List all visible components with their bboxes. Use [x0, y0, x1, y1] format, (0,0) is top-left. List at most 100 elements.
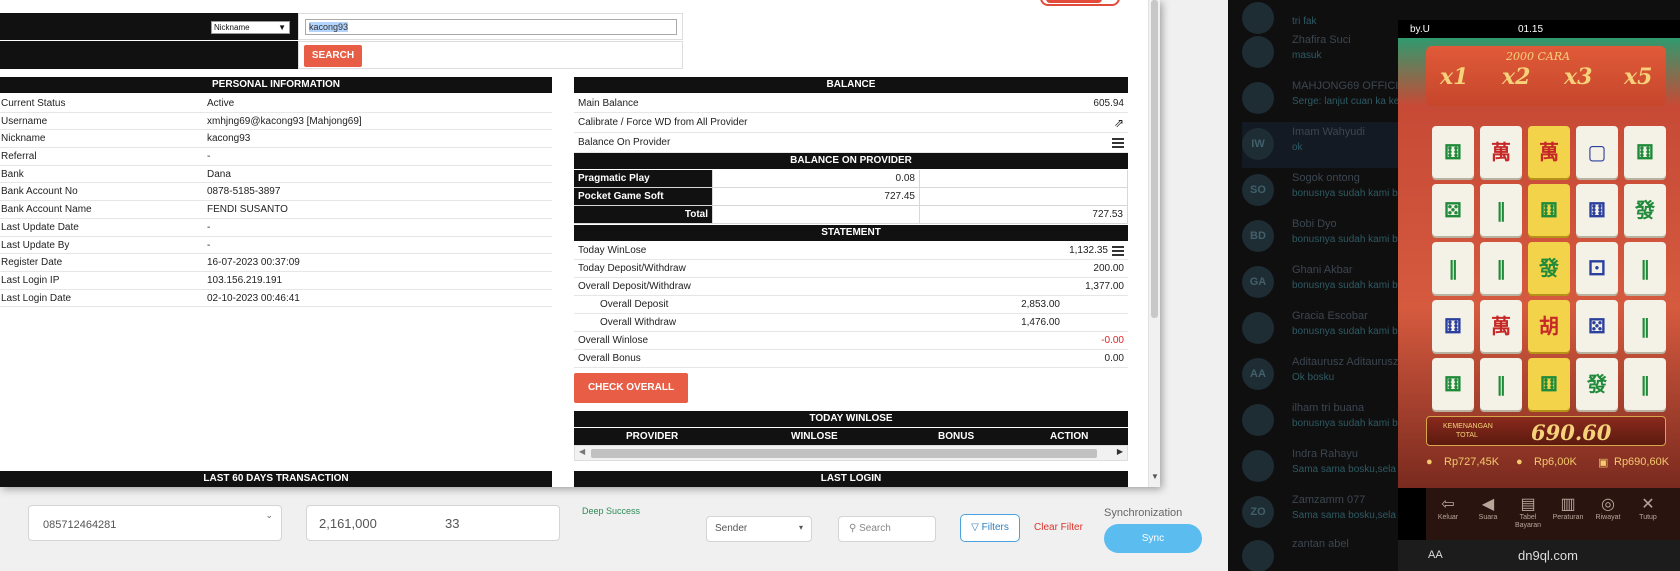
sound-label: Suara [1478, 514, 1498, 521]
avatar: BD [1242, 220, 1274, 252]
phone-select[interactable]: 085712464281 ⌄ [28, 505, 282, 541]
chat-message: Sama sama bosku,sela [1292, 464, 1396, 475]
chat-name: Zamzamm 077 [1292, 494, 1366, 506]
search-input[interactable]: ⚲ Search [838, 516, 936, 542]
search-input-cell: kacong93 [298, 13, 683, 40]
avatar [1242, 540, 1274, 571]
filters-label: Filters [981, 522, 1009, 533]
provider-value: 0.08 [712, 170, 920, 187]
field-label: Bank Account Name [1, 204, 92, 216]
field-value: 0878-5185-3897 [207, 186, 281, 198]
overall-bonus-value: 0.00 [1104, 353, 1124, 364]
check-overall-button[interactable]: CHECK OVERALL [574, 373, 688, 403]
scroll-down-icon[interactable]: ▼ [1151, 472, 1159, 481]
phone-status-bar: by.U 01.15 [1398, 20, 1680, 38]
scrollbar-thumb[interactable] [1151, 0, 1158, 318]
browser-url-bar[interactable]: AA dn9ql.com [1398, 540, 1680, 571]
overall-deposit-row: Overall Deposit 2,853.00 [574, 296, 1128, 314]
search-form: Nickname ▼ kacong93 SEARCH [0, 13, 683, 69]
scrollbar-thumb[interactable] [591, 449, 1097, 458]
column-header: PROVIDER [626, 431, 679, 442]
field-label: Register Date [1, 257, 63, 269]
search-type-value: Nickname [214, 23, 250, 32]
wallet-icon: ● [1426, 456, 1433, 468]
overall-withdraw-value: 1,476.00 [1021, 317, 1060, 328]
paytable-label: Tabel Bayaran [1514, 514, 1542, 529]
rules-button[interactable]: ▥ Peraturan [1548, 494, 1588, 522]
chat-name: Indra Rahayu [1292, 448, 1359, 460]
sender-select[interactable]: Sender ▾ [706, 516, 812, 542]
paytable-button[interactable]: ▤ Tabel Bayaran [1508, 494, 1548, 530]
game-win: Rp690,60K [1614, 456, 1670, 468]
filters-button[interactable]: ▽ Filters [960, 514, 1020, 542]
scroll-right-icon[interactable]: ▶ [1117, 447, 1123, 456]
chat-message: bonusnya sudah kami ber [1292, 418, 1407, 429]
table-row: Pocket Game Soft 727.45 [574, 188, 1128, 206]
search-type-select[interactable]: Nickname ▼ [211, 21, 290, 34]
count-value: 33 [445, 516, 460, 531]
column-header: WINLOSE [791, 431, 838, 442]
chat-message: bonusnya sudah kami ber [1292, 188, 1407, 199]
tile-icon: ⚅ [1576, 184, 1618, 236]
close-game-button[interactable]: ✕ Tutup [1628, 494, 1668, 522]
table-row: Last Login IP 103.156.219.191 [0, 272, 552, 290]
provider-name: Pragmatic Play [574, 170, 712, 187]
exit-button[interactable]: ⇦ Keluar [1428, 494, 1468, 522]
provider-value: 727.45 [712, 188, 920, 205]
overall-winlose-label: Overall Winlose [578, 335, 649, 346]
overall-deposit-label: Overall Deposit [600, 299, 669, 310]
multiplier: x5 [1624, 64, 1653, 90]
win-icon: ▣ [1598, 457, 1609, 469]
mahjong-tile-grid: ⚅ 萬 萬 ▢ ⚅ ⚄ ‖ ⚅ ⚅ 發 ‖ ‖ 發 ⚀ ‖ ⚅ 萬 胡 ⚄ ‖ … [1432, 126, 1672, 410]
today-dw-label: Today Deposit/Withdraw [578, 263, 686, 274]
speaker-icon: ◀ [1481, 496, 1495, 513]
field-label: Last Login IP [1, 274, 60, 286]
multiplier: x2 [1502, 64, 1531, 90]
table-row: Last Update By - [0, 237, 552, 255]
avatar: ZO [1242, 496, 1274, 528]
clear-filter-link[interactable]: Clear Filter [1034, 522, 1083, 533]
list-icon[interactable] [1112, 246, 1124, 259]
today-winlose-value: 1,132.35 [1069, 245, 1108, 256]
field-value: Dana [207, 168, 231, 180]
close-icon: ✕ [1641, 496, 1655, 513]
list-icon[interactable] [1112, 138, 1124, 151]
chart-icon: ▤ [1520, 496, 1536, 513]
chat-message: Serge: lanjut cuan ka ke [1292, 96, 1400, 107]
chat-name: Gracia Escobar [1292, 310, 1368, 322]
last-login-header: LAST LOGIN [574, 471, 1128, 487]
field-label: Bank Account No [1, 186, 78, 198]
field-label: Username [1, 115, 48, 127]
game-screen[interactable]: 2000 CARA x1 x2 x3 x5 ⚅ 萬 萬 ▢ ⚅ ⚄ ‖ ⚅ ⚅ … [1398, 38, 1680, 488]
tile-icon: ▢ [1576, 126, 1618, 178]
exit-icon: ⇦ [1441, 496, 1455, 513]
field-label: Referral [1, 151, 37, 163]
search-placeholder: Search [859, 523, 891, 534]
vertical-scrollbar[interactable]: ▼ [1148, 0, 1160, 487]
sound-button[interactable]: ◀ Suara [1468, 494, 1508, 522]
today-winlose-row: Today WinLose 1,132.35 [574, 242, 1128, 260]
amount-field[interactable]: 2,161,000 33 [306, 505, 560, 541]
history-button[interactable]: ◎ Riwayat [1588, 494, 1628, 522]
tile-icon: 發 [1528, 242, 1570, 294]
field-label: Last Login Date [1, 292, 72, 304]
share-icon[interactable]: ⇗ [1114, 113, 1124, 133]
avatar: IW [1242, 128, 1274, 160]
sync-button[interactable]: Sync [1104, 524, 1202, 553]
field-value: 02-10-2023 00:46:41 [207, 292, 300, 304]
field-label: Last Update Date [1, 221, 79, 233]
search-button[interactable]: SEARCH [304, 45, 362, 67]
text-size-button[interactable]: AA [1428, 549, 1443, 561]
chat-message: tri fak [1292, 16, 1317, 27]
provider-value-2 [920, 188, 1128, 205]
overall-bonus-label: Overall Bonus [578, 353, 641, 364]
avatar: SO [1242, 174, 1274, 206]
search-input[interactable]: kacong93 [305, 19, 677, 35]
avatar [1242, 312, 1274, 344]
horizontal-scrollbar[interactable]: ◀ ▶ [574, 445, 1128, 461]
balance-on-provider-label: Balance On Provider [578, 137, 671, 148]
chat-message: bonusnya sudah kami ber [1292, 280, 1407, 291]
overall-deposit-withdraw-row: Overall Deposit/Withdraw 1,377.00 [574, 278, 1128, 296]
scroll-left-icon[interactable]: ◀ [579, 447, 585, 456]
chat-message: masuk [1292, 50, 1322, 61]
